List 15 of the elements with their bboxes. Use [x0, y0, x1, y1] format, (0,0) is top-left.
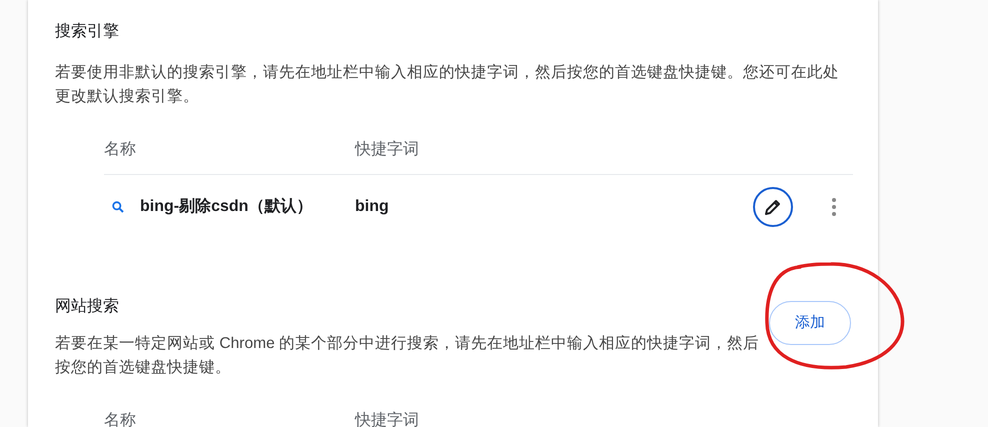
column-header: 快捷字词	[355, 140, 419, 160]
pencil-icon	[764, 198, 782, 216]
add-button[interactable]: 添加	[769, 301, 851, 345]
column-header: 快捷字词	[355, 410, 419, 427]
section-title: 搜索引擎	[55, 22, 120, 42]
more-icon	[832, 198, 836, 216]
engine-keyword: bing	[355, 198, 389, 215]
section-description: 若要使用非默认的搜索引擎，请先在地址栏中输入相应的快捷字词，然后按您的首选键盘快捷键。您还可在此处更改默认搜索引擎。	[55, 62, 840, 107]
section-title: 网站搜索	[55, 296, 120, 317]
search-icon	[112, 201, 124, 213]
column-header: 名称	[104, 140, 137, 160]
engine-name: bing-剔除csdn（默认）	[140, 196, 312, 217]
edit-button[interactable]	[753, 187, 793, 227]
section-description: 若要在某一特定网站或 Chrome 的某个部分中进行搜索，请先在地址栏中输入相应的快捷字词，然后按您的首选键盘快捷键。	[55, 334, 760, 378]
column-header: 名称	[104, 411, 137, 427]
